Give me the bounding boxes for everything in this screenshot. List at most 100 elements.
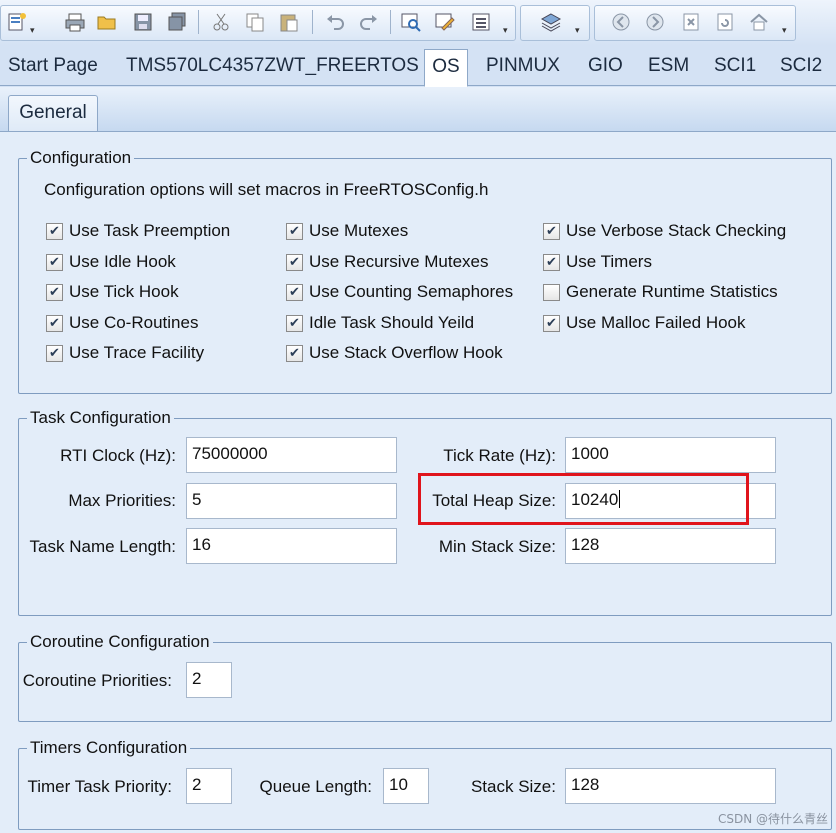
min-stack-size-label: Min Stack Size: bbox=[438, 537, 556, 556]
checkbox-icon[interactable]: ✔ bbox=[286, 344, 303, 362]
tab-project[interactable]: TMS570LC4357ZWT_FREERTOS bbox=[120, 48, 425, 84]
save-all-icon[interactable] bbox=[164, 9, 190, 35]
checkbox-generate-runtime-statistics[interactable]: Generate Runtime Statistics bbox=[543, 281, 778, 303]
checkbox-icon[interactable]: ✔ bbox=[46, 222, 63, 240]
configuration-legend: Configuration bbox=[30, 148, 132, 167]
checkbox-use-mutexes[interactable]: ✔ Use Mutexes bbox=[286, 220, 408, 242]
layers-icon[interactable] bbox=[538, 9, 564, 35]
paste-icon[interactable] bbox=[276, 9, 302, 35]
chevron-down-icon[interactable]: ▾ bbox=[782, 26, 787, 36]
checkbox-label: Use Recursive Mutexes bbox=[309, 252, 489, 271]
forward-icon[interactable] bbox=[642, 9, 668, 35]
subtab-bar: General bbox=[0, 87, 836, 131]
checkbox-label: Use Idle Hook bbox=[69, 252, 176, 271]
refresh-icon[interactable] bbox=[712, 9, 738, 35]
checkbox-label: Use Stack Overflow Hook bbox=[309, 343, 503, 362]
checkbox-use-verbose-stack-checking[interactable]: ✔ Use Verbose Stack Checking bbox=[543, 220, 786, 242]
checkbox-label: Use Timers bbox=[566, 252, 652, 271]
tab-sci2[interactable]: SCI2 bbox=[774, 48, 828, 84]
open-folder-icon[interactable] bbox=[94, 9, 120, 35]
tab-start-page[interactable]: Start Page bbox=[2, 48, 104, 84]
tab-os[interactable]: OS bbox=[424, 49, 468, 87]
chevron-down-icon[interactable]: ▾ bbox=[575, 26, 580, 36]
chevron-down-icon[interactable]: ▾ bbox=[503, 26, 508, 36]
checkbox-label: Use Trace Facility bbox=[69, 343, 205, 362]
redo-icon[interactable] bbox=[356, 9, 382, 35]
checkbox-use-recursive-mutexes[interactable]: ✔ Use Recursive Mutexes bbox=[286, 251, 489, 273]
chevron-down-icon[interactable]: ▾ bbox=[30, 26, 35, 36]
toolbar: ▾ ▾ ▾ ▾ bbox=[0, 0, 836, 46]
close-icon[interactable] bbox=[678, 9, 704, 35]
checkbox-icon[interactable]: ✔ bbox=[46, 283, 63, 301]
save-icon[interactable] bbox=[130, 9, 156, 35]
checkbox-icon[interactable]: ✔ bbox=[286, 253, 303, 271]
checkbox-use-timers[interactable]: ✔ Use Timers bbox=[543, 251, 652, 273]
undo-icon[interactable] bbox=[322, 9, 348, 35]
checkbox-icon[interactable]: ✔ bbox=[46, 344, 63, 362]
checkbox-label: Use Malloc Failed Hook bbox=[566, 313, 746, 332]
timers-configuration-legend: Timers Configuration bbox=[30, 738, 188, 757]
tick-rate-field[interactable]: 1000 bbox=[565, 437, 776, 473]
task-name-length-field[interactable]: 16 bbox=[186, 528, 397, 564]
checkbox-icon[interactable]: ✔ bbox=[286, 283, 303, 301]
new-file-icon[interactable] bbox=[4, 9, 30, 35]
home-icon[interactable] bbox=[746, 9, 772, 35]
toolbar-separator bbox=[312, 10, 313, 34]
checkbox-icon[interactable]: ✔ bbox=[46, 253, 63, 271]
timer-task-priority-label: Timer Task Priority: bbox=[27, 777, 172, 796]
tab-gio[interactable]: GIO bbox=[582, 48, 629, 84]
queue-length-field[interactable]: 10 bbox=[383, 768, 429, 804]
tab-pinmux[interactable]: PINMUX bbox=[480, 48, 566, 84]
configuration-description: Configuration options will set macros in… bbox=[44, 180, 489, 199]
rti-clock-field[interactable]: 75000000 bbox=[186, 437, 397, 473]
min-stack-size-field[interactable]: 128 bbox=[565, 528, 776, 564]
checkbox-use-idle-hook[interactable]: ✔ Use Idle Hook bbox=[46, 251, 176, 273]
checkbox-icon[interactable]: ✔ bbox=[543, 253, 560, 271]
checkbox-use-malloc-failed-hook[interactable]: ✔ Use Malloc Failed Hook bbox=[543, 312, 746, 334]
checkbox-use-trace-facility[interactable]: ✔ Use Trace Facility bbox=[46, 342, 204, 364]
checkbox-use-stack-overflow-hook[interactable]: ✔ Use Stack Overflow Hook bbox=[286, 342, 503, 364]
checkbox-icon[interactable]: ✔ bbox=[46, 314, 63, 332]
stack-size-field[interactable]: 128 bbox=[565, 768, 776, 804]
checkbox-use-counting-semaphores[interactable]: ✔ Use Counting Semaphores bbox=[286, 281, 513, 303]
coroutine-configuration-legend: Coroutine Configuration bbox=[30, 632, 210, 651]
checkbox-label: Generate Runtime Statistics bbox=[566, 282, 778, 301]
timer-task-priority-field[interactable]: 2 bbox=[186, 768, 232, 804]
checkbox-label: Use Mutexes bbox=[309, 221, 409, 240]
back-icon[interactable] bbox=[608, 9, 634, 35]
rti-clock-label: RTI Clock (Hz): bbox=[60, 446, 176, 465]
checkbox-label: Use Verbose Stack Checking bbox=[566, 221, 787, 240]
watermark: CSDN @待什么青丝 bbox=[717, 812, 828, 826]
content-panel: Configuration Configuration options will… bbox=[0, 131, 836, 833]
checkbox-icon[interactable]: ✔ bbox=[543, 314, 560, 332]
toolbar-separator bbox=[390, 10, 391, 34]
checkbox-use-task-preemption[interactable]: ✔ Use Task Preemption bbox=[46, 220, 230, 242]
task-name-length-label: Task Name Length: bbox=[29, 537, 176, 556]
edit-icon[interactable] bbox=[432, 9, 458, 35]
tab-esm[interactable]: ESM bbox=[642, 48, 695, 84]
document-tabs: Start Page TMS570LC4357ZWT_FREERTOS OS P… bbox=[0, 46, 836, 87]
copy-icon[interactable] bbox=[242, 9, 268, 35]
print-icon[interactable] bbox=[62, 9, 88, 35]
find-icon[interactable] bbox=[398, 9, 424, 35]
checkbox-icon[interactable]: ✔ bbox=[286, 222, 303, 240]
task-configuration-legend: Task Configuration bbox=[30, 408, 171, 427]
cut-icon[interactable] bbox=[208, 9, 234, 35]
checkbox-icon[interactable] bbox=[543, 283, 560, 301]
checkbox-idle-task-should-yield[interactable]: ✔ Idle Task Should Yeild bbox=[286, 312, 474, 334]
tab-general[interactable]: General bbox=[8, 95, 98, 131]
highlight-box bbox=[418, 473, 749, 525]
checkbox-icon[interactable]: ✔ bbox=[286, 314, 303, 332]
coroutine-priorities-label: Coroutine Priorities: bbox=[22, 671, 172, 690]
max-priorities-field[interactable]: 5 bbox=[186, 483, 397, 519]
checkbox-use-tick-hook[interactable]: ✔ Use Tick Hook bbox=[46, 281, 179, 303]
checkbox-label: Use Task Preemption bbox=[69, 221, 231, 240]
max-priorities-label: Max Priorities: bbox=[68, 491, 176, 510]
tab-sci1[interactable]: SCI1 bbox=[708, 48, 762, 84]
toolbar-separator bbox=[198, 10, 199, 34]
list-icon[interactable] bbox=[468, 9, 494, 35]
checkbox-label: Use Tick Hook bbox=[69, 282, 179, 301]
checkbox-icon[interactable]: ✔ bbox=[543, 222, 560, 240]
checkbox-use-co-routines[interactable]: ✔ Use Co-Routines bbox=[46, 312, 198, 334]
coroutine-priorities-field[interactable]: 2 bbox=[186, 662, 232, 698]
